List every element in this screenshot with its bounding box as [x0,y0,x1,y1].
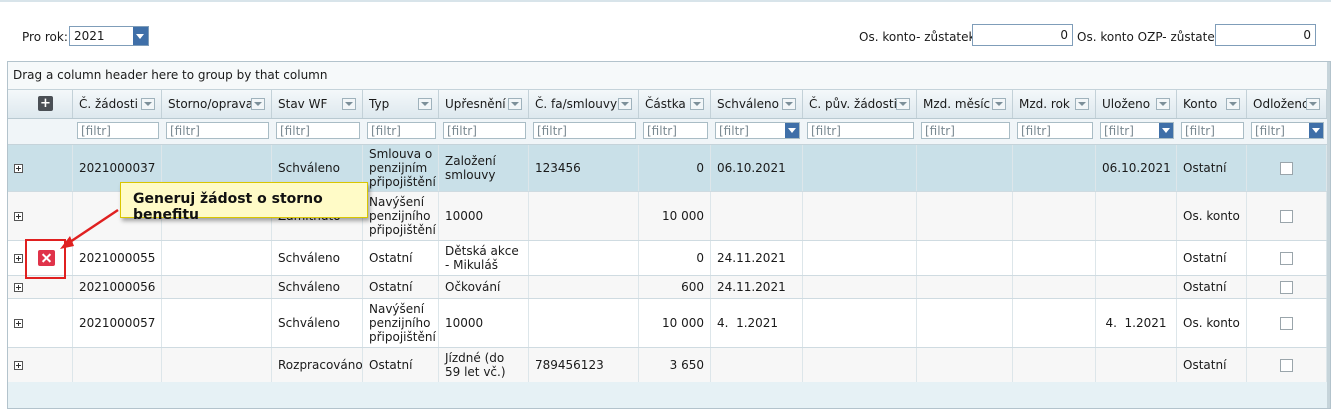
tooltip-text: Generuj žádost o storno benefitu [133,191,323,223]
callout-arrow-line [63,208,119,248]
cancel-x-icon[interactable] [38,250,55,266]
tooltip-callout: Generuj žádost o storno benefitu [120,182,368,223]
